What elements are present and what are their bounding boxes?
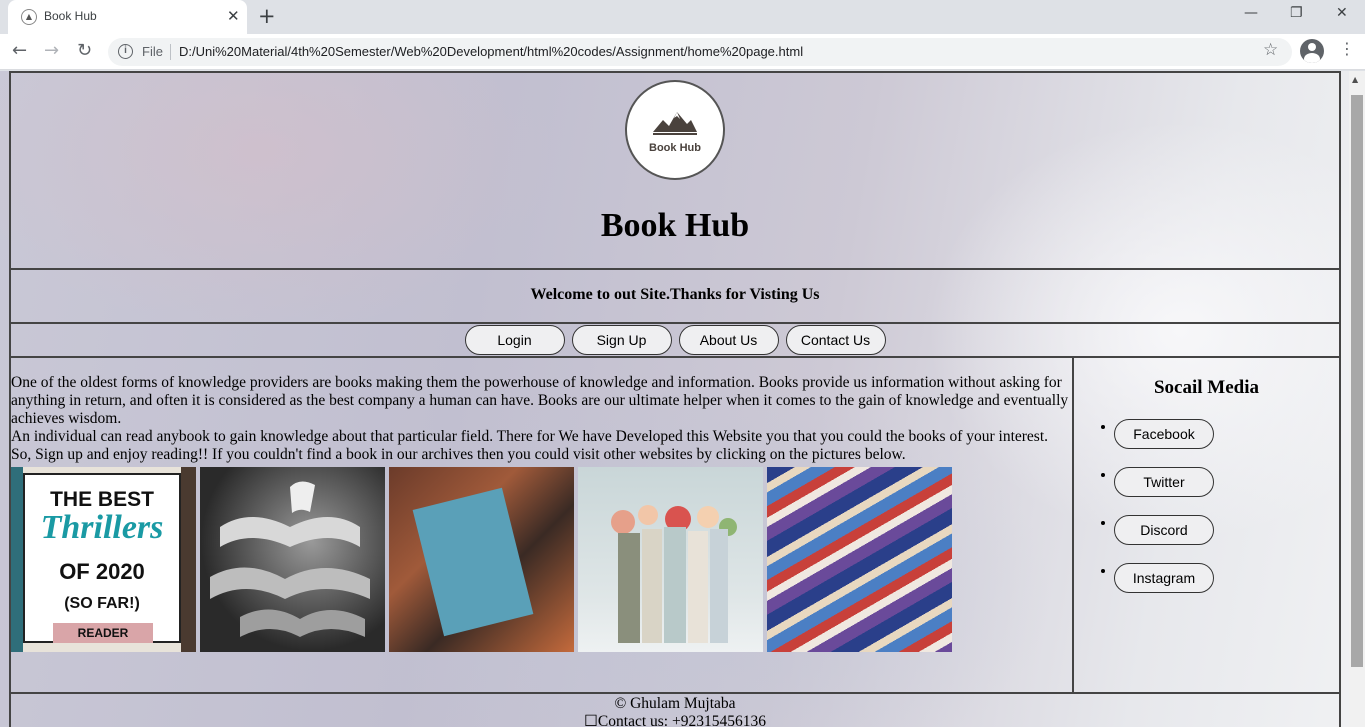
file-scheme-label: File [142, 44, 163, 59]
contact-text: Contact us: +92315456136 [597, 713, 766, 727]
thumb-line-5: READER [53, 623, 153, 643]
page-scrollbar[interactable]: ▲ [1349, 71, 1365, 727]
book-site-gallery: THE BEST Thrillers OF 2020 (SO FAR!) REA… [11, 467, 1072, 652]
scroll-thumb[interactable] [1351, 95, 1363, 667]
thumb-line-1: THE BEST [50, 488, 154, 511]
site-title: Book Hub [600, 207, 750, 244]
browser-toolbar: ← → ↻ i File D:/Uni%20Material/4th%20Sem… [0, 34, 1365, 70]
scroll-up-arrow-icon[interactable]: ▲ [1352, 75, 1358, 84]
contact-line: ☐Contact us: +92315456136 [11, 713, 1339, 727]
sign-up-button[interactable]: Sign Up [571, 325, 672, 355]
open-books-link-image[interactable] [200, 467, 385, 652]
social-media-heading: Socail Media [1153, 377, 1260, 398]
copyright-text: © Ghulam Mujtaba [614, 695, 736, 712]
thrillers-2020-link-image[interactable]: THE BEST Thrillers OF 2020 (SO FAR!) REA… [11, 467, 196, 652]
book-hub-logo: Book Hub [625, 80, 725, 180]
book-hub-favicon-icon: ▲ [21, 9, 37, 25]
header-section: Book Hub Book Hub [9, 71, 1341, 270]
contact-us-button[interactable]: Contact Us [785, 325, 886, 355]
phone-icon: ☐ [584, 713, 598, 727]
thumb-line-3: OF 2020 [59, 559, 145, 584]
profile-avatar-icon[interactable] [1300, 39, 1324, 63]
address-divider [170, 44, 171, 60]
page-viewport: Book Hub Book Hub Welcome to out Site.Th… [0, 71, 1349, 727]
colorful-books-link-image[interactable] [767, 467, 952, 652]
discord-button[interactable]: Discord [1114, 515, 1214, 545]
blue-book-shape [412, 487, 534, 637]
book-stack-flowers-link-image[interactable] [578, 467, 763, 652]
close-tab-icon[interactable]: ✕ [227, 7, 240, 25]
tab-title: Book Hub [44, 9, 97, 23]
browser-tab[interactable]: ▲ Book Hub ✕ [8, 0, 247, 34]
page-layout-table: Book Hub Book Hub Welcome to out Site.Th… [9, 71, 1341, 727]
tab-strip: ▲ Book Hub ✕ + — ❐ ✕ [0, 0, 1365, 34]
url-text[interactable]: D:/Uni%20Material/4th%20Semester/Web%20D… [179, 44, 803, 59]
about-us-button[interactable]: About Us [678, 325, 779, 355]
social-links-list: Facebook Twitter Discord Instagram [1074, 419, 1339, 611]
main-navigation: Login Sign Up About Us Contact Us [9, 322, 1341, 358]
new-tab-icon[interactable]: + [258, 4, 276, 28]
main-content: One of the oldest forms of knowledge pro… [9, 356, 1074, 694]
kebab-menu-icon[interactable]: ⋮ [1339, 39, 1355, 58]
minimize-icon[interactable]: — [1244, 5, 1258, 21]
social-item: Twitter [1114, 467, 1339, 515]
restore-icon[interactable]: ❐ [1290, 5, 1303, 21]
knowledge-paragraph: An individual can read anybook to gain k… [11, 428, 1049, 445]
logo-text: Book Hub [649, 142, 701, 154]
open-books-illustration [210, 481, 370, 637]
twitter-button[interactable]: Twitter [1114, 467, 1214, 497]
forward-arrow-icon[interactable]: → [44, 40, 59, 61]
social-item: Discord [1114, 515, 1339, 563]
bookmark-star-icon[interactable]: ☆ [1263, 40, 1278, 60]
social-item: Instagram [1114, 563, 1339, 611]
intro-paragraph: One of the oldest forms of knowledge pro… [11, 374, 1069, 427]
mountain-icon [653, 112, 697, 135]
close-window-icon[interactable]: ✕ [1336, 5, 1348, 21]
reload-icon[interactable]: ↻ [77, 40, 92, 61]
book-stack-illustration [611, 505, 737, 643]
back-arrow-icon[interactable]: ← [12, 40, 27, 61]
social-item: Facebook [1114, 419, 1339, 467]
site-info-icon[interactable]: i [118, 44, 133, 59]
social-sidebar: Socail Media Facebook Twitter Discord In… [1072, 356, 1341, 694]
instagram-button[interactable]: Instagram [1114, 563, 1214, 593]
thumb-line-2: Thrillers [40, 509, 164, 546]
footer-section: © Ghulam Mujtaba ☐Contact us: +923154561… [9, 692, 1341, 727]
login-button[interactable]: Login [464, 325, 565, 355]
thumb-line-4: (SO FAR!) [64, 595, 140, 612]
cozy-reading-link-image[interactable] [389, 467, 574, 652]
facebook-button[interactable]: Facebook [1114, 419, 1214, 449]
address-bar[interactable]: i File D:/Uni%20Material/4th%20Semester/… [108, 38, 1292, 66]
call-to-action-paragraph: So, Sign up and enjoy reading!! If you c… [11, 446, 906, 463]
welcome-banner: Welcome to out Site.Thanks for Visting U… [9, 268, 1341, 324]
